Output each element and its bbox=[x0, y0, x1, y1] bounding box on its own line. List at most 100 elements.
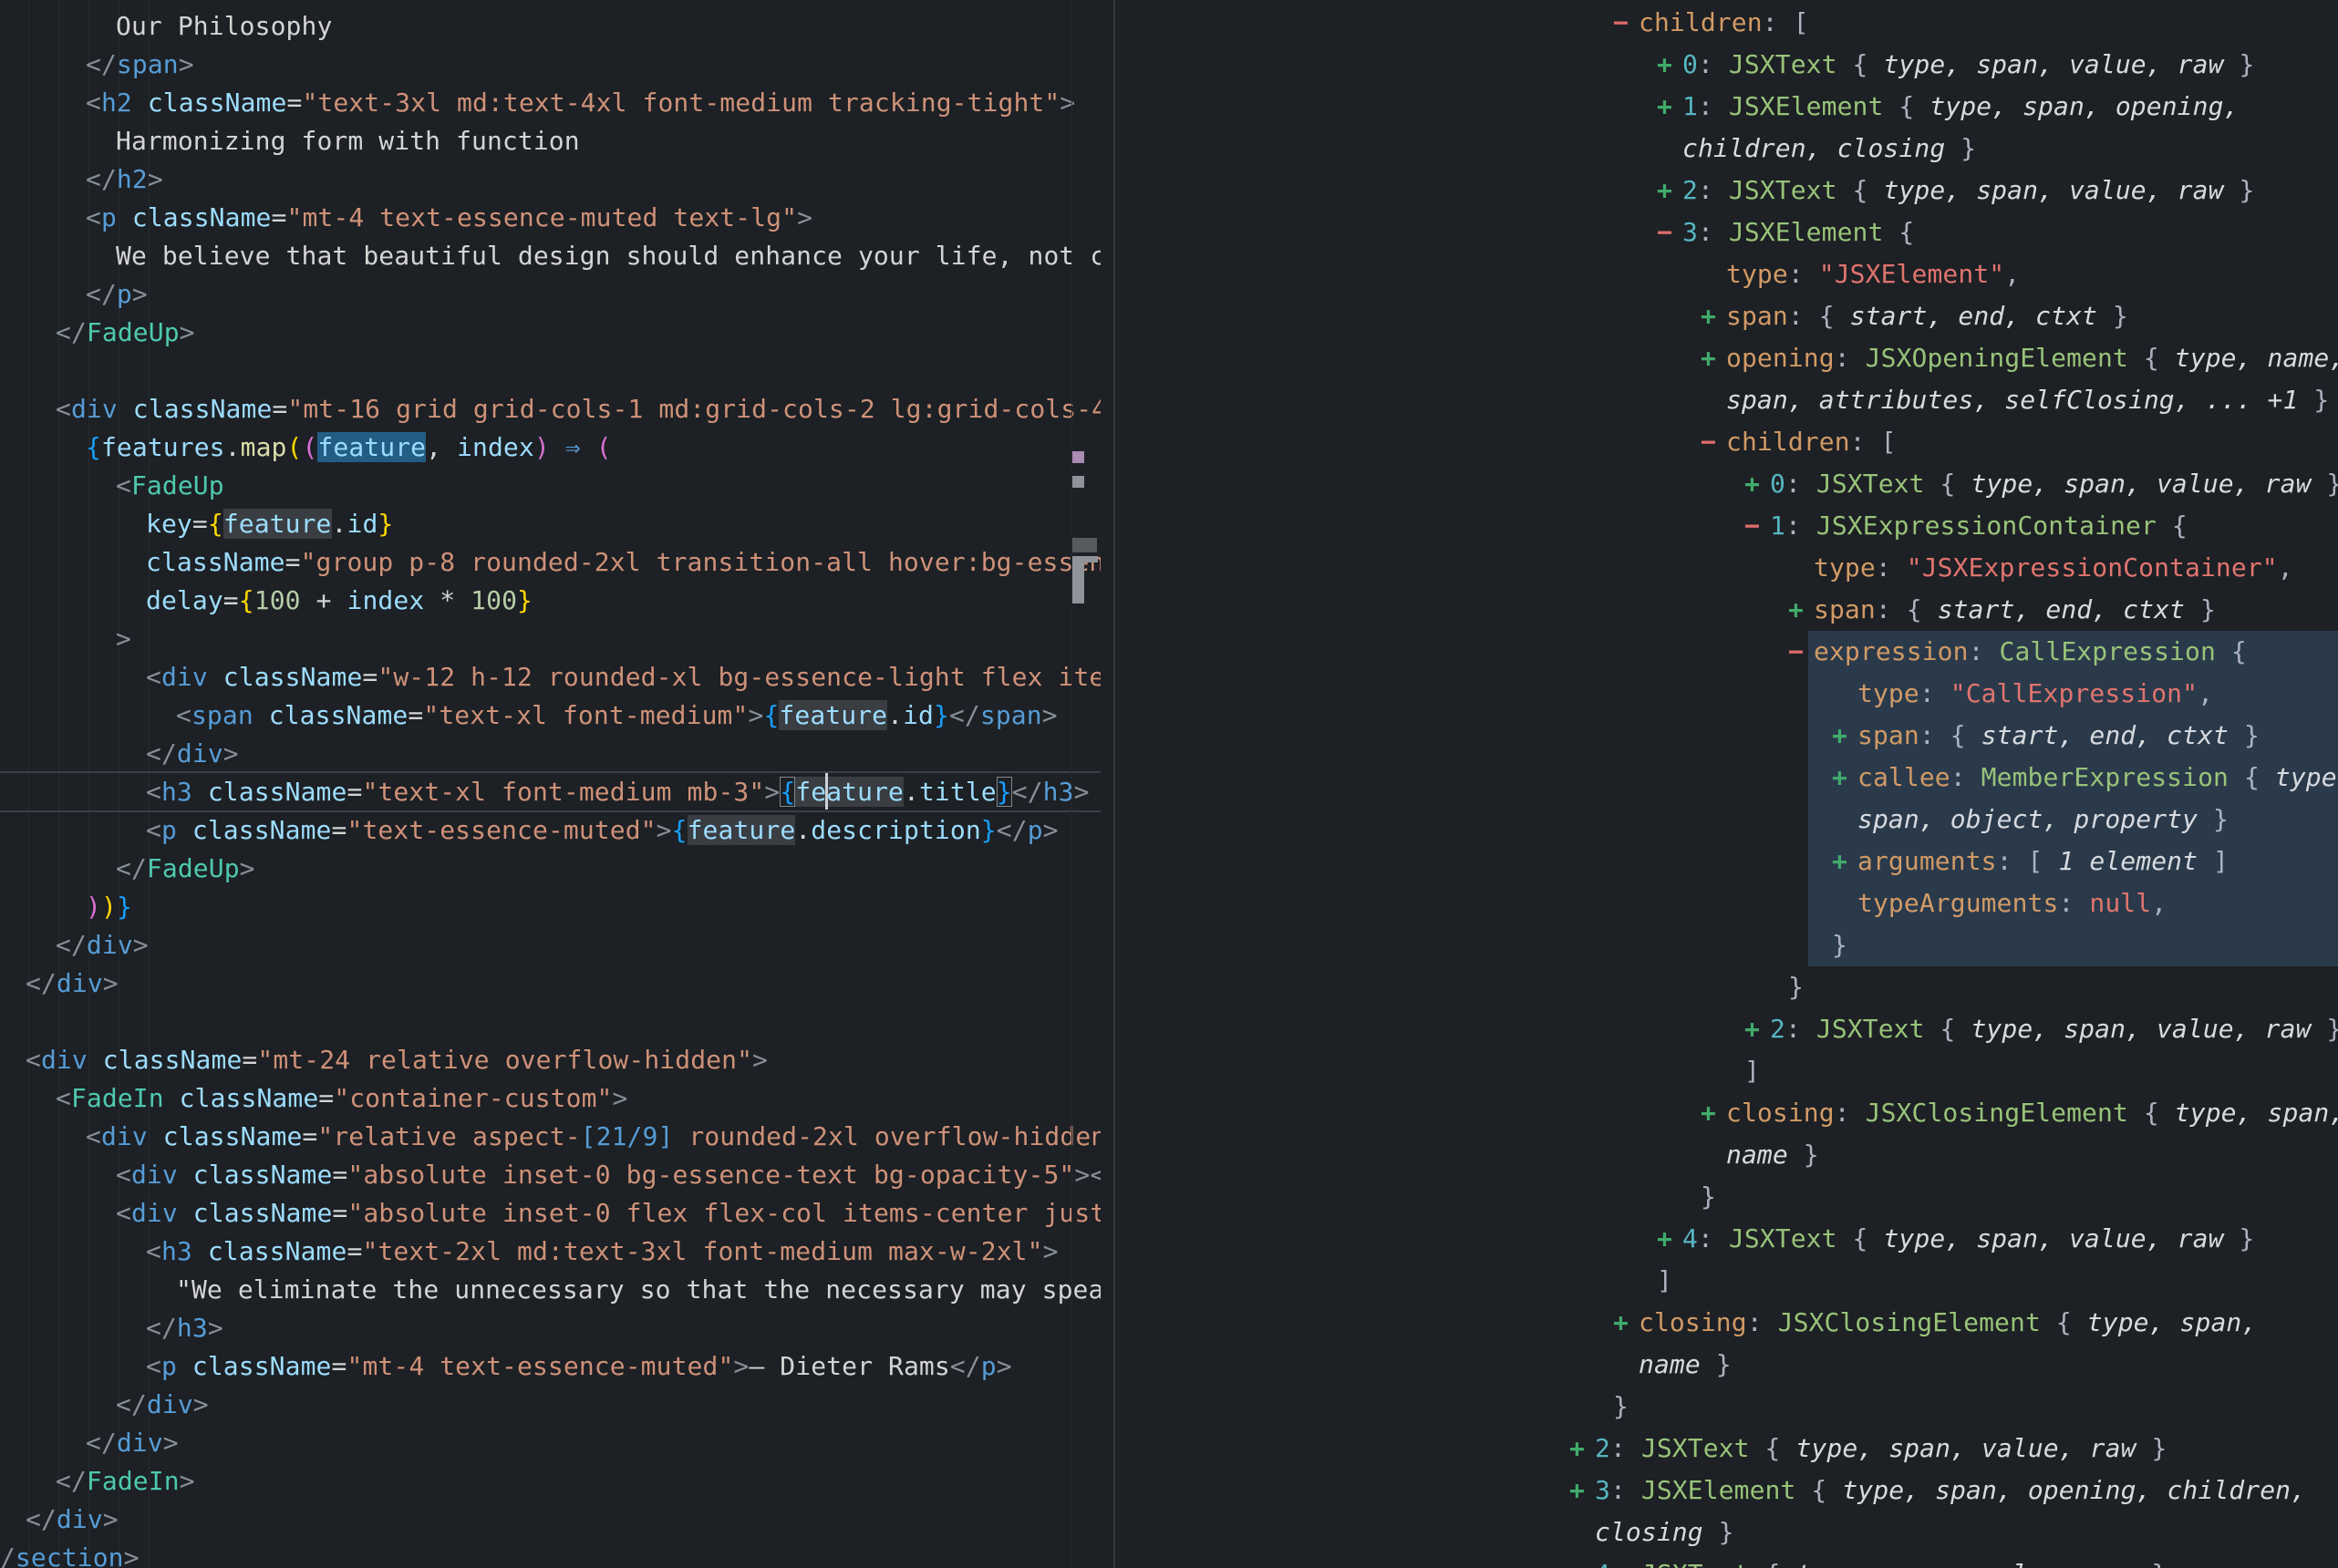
code-editor-panel[interactable]: Our Philosophy</span><h2 className="text… bbox=[0, 0, 1101, 1568]
collapse-icon[interactable]: − bbox=[1744, 505, 1770, 547]
code-line[interactable]: We believe that beautiful design should … bbox=[116, 237, 1101, 275]
code-line[interactable]: <FadeUp bbox=[116, 467, 224, 505]
minimap-mark bbox=[1072, 538, 1097, 552]
code-line[interactable]: <p className="mt-4 text-essence-muted">—… bbox=[146, 1347, 1012, 1386]
expand-icon[interactable]: + bbox=[1657, 1218, 1682, 1260]
code-token: feature bbox=[688, 815, 796, 845]
ast-line: children, closing } bbox=[1657, 128, 1976, 170]
code-line[interactable]: <div className="absolute inset-0 flex fl… bbox=[116, 1194, 1101, 1233]
code-line[interactable]: </span> bbox=[86, 46, 194, 84]
expand-icon[interactable]: + bbox=[1613, 1302, 1639, 1344]
ast-token: span bbox=[1857, 720, 1919, 750]
code-line[interactable]: <p className="mt-4 text-essence-muted te… bbox=[86, 199, 812, 237]
code-line[interactable]: > bbox=[116, 620, 131, 658]
ast-token: : bbox=[1835, 1098, 1866, 1128]
code-token: </ bbox=[146, 738, 177, 769]
code-line[interactable]: key={feature.id} bbox=[146, 505, 393, 543]
ast-line: +4: JSXText { type, span, value, raw } bbox=[1569, 1553, 2167, 1568]
code-token: div bbox=[131, 1198, 178, 1228]
code-line[interactable]: <span className="text-xl font-medium">{f… bbox=[176, 696, 1058, 735]
code-token: div bbox=[101, 1121, 148, 1151]
ast-token: JSXClosingElement bbox=[1778, 1307, 2041, 1337]
expand-icon[interactable]: + bbox=[1657, 44, 1682, 86]
code-line[interactable]: </div> bbox=[146, 735, 239, 773]
code-line[interactable]: "We eliminate the unnecessary so that th… bbox=[176, 1271, 1101, 1309]
expand-icon[interactable]: + bbox=[1657, 170, 1682, 211]
expand-icon[interactable]: + bbox=[1832, 715, 1857, 757]
code-line[interactable]: </p> bbox=[86, 275, 148, 314]
expand-icon[interactable]: + bbox=[1832, 757, 1857, 799]
expand-icon[interactable]: + bbox=[1569, 1470, 1595, 1511]
code-token: < bbox=[86, 88, 101, 118]
code-token: className bbox=[148, 1121, 303, 1151]
ast-token: { bbox=[1750, 1559, 1796, 1568]
code-line[interactable]: </h2> bbox=[86, 160, 163, 199]
code-line[interactable]: </div> bbox=[56, 926, 149, 965]
ast-token: type, span, opening, bbox=[1929, 91, 2239, 121]
ast-token: JSXText bbox=[1729, 175, 1837, 205]
code-line[interactable]: ))} bbox=[86, 888, 132, 926]
code-line[interactable]: <h3 className="text-2xl md:text-3xl font… bbox=[146, 1233, 1059, 1271]
ast-token: type, span, value, raw bbox=[1883, 49, 2223, 79]
code-token: </ bbox=[56, 1466, 87, 1496]
code-line[interactable]: <h3 className="text-xl font-medium mb-3"… bbox=[146, 773, 1090, 811]
ast-token: type bbox=[1726, 259, 1788, 289]
code-line[interactable]: </div> bbox=[86, 1424, 179, 1462]
expand-icon[interactable]: + bbox=[1744, 1008, 1770, 1050]
code-line[interactable]: {features.map((feature, index) ⇒ ( bbox=[86, 428, 612, 467]
minimap-mark bbox=[1072, 562, 1084, 603]
ast-token: { bbox=[1883, 91, 1929, 121]
expand-icon[interactable]: + bbox=[1569, 1428, 1595, 1470]
code-line[interactable]: </section> bbox=[0, 1539, 140, 1568]
expand-icon[interactable]: + bbox=[1701, 1092, 1726, 1134]
code-line[interactable]: </h3> bbox=[146, 1309, 223, 1347]
collapse-icon[interactable]: − bbox=[1788, 631, 1814, 673]
code-token: div bbox=[41, 1045, 88, 1075]
code-line[interactable]: <div className="mt-16 grid grid-cols-1 m… bbox=[56, 390, 1101, 428]
code-line[interactable]: Our Philosophy bbox=[116, 7, 332, 46]
code-line[interactable]: className="group p-8 rounded-2xl transit… bbox=[146, 543, 1101, 582]
expand-icon[interactable]: + bbox=[1832, 841, 1857, 882]
ast-line: +span: { start, end, ctxt } bbox=[1832, 715, 2260, 757]
ast-token: { bbox=[1925, 1014, 1971, 1044]
expand-icon[interactable]: + bbox=[1744, 463, 1770, 505]
ast-token: : { bbox=[1788, 301, 1850, 331]
code-token: < bbox=[146, 1236, 161, 1266]
expand-icon[interactable]: + bbox=[1569, 1553, 1595, 1568]
ast-token: type, name, bbox=[2175, 343, 2338, 373]
code-line[interactable]: </div> bbox=[26, 1501, 119, 1539]
code-line[interactable]: <div className="w-12 h-12 rounded-xl bg-… bbox=[146, 658, 1101, 696]
code-line[interactable]: <h2 className="text-3xl md:text-4xl font… bbox=[86, 84, 1075, 122]
code-line[interactable]: <FadeIn className="container-custom"> bbox=[56, 1079, 627, 1118]
code-token: < bbox=[56, 394, 71, 424]
app-window: Our Philosophy</span><h2 className="text… bbox=[0, 0, 2338, 1568]
ast-tree-panel[interactable]: −children: [+0: JSXText { type, span, va… bbox=[1115, 0, 2338, 1568]
code-line[interactable]: Harmonizing form with function bbox=[116, 122, 580, 160]
code-token: div bbox=[117, 1428, 163, 1458]
expand-icon[interactable]: + bbox=[1701, 295, 1726, 337]
panel-divider[interactable] bbox=[1113, 0, 1115, 1568]
ast-token: } bbox=[2224, 49, 2255, 79]
expand-icon[interactable]: + bbox=[1788, 589, 1814, 631]
code-token: } bbox=[997, 777, 1012, 807]
code-line[interactable]: <p className="text-essence-muted">{featu… bbox=[146, 811, 1059, 850]
ast-token: type, span, value, raw bbox=[1883, 175, 2223, 205]
code-line[interactable]: </div> bbox=[116, 1386, 209, 1424]
code-line[interactable]: <div className="mt-24 relative overflow-… bbox=[26, 1041, 768, 1079]
collapse-icon[interactable]: − bbox=[1701, 421, 1726, 463]
collapse-icon[interactable]: − bbox=[1613, 2, 1639, 44]
ast-token: } bbox=[2312, 1014, 2338, 1044]
expand-icon[interactable]: + bbox=[1657, 86, 1682, 128]
expand-icon[interactable]: + bbox=[1701, 337, 1726, 379]
code-line[interactable]: </div> bbox=[26, 965, 119, 1003]
code-line[interactable]: </FadeUp> bbox=[116, 850, 255, 888]
code-line[interactable]: </FadeUp> bbox=[56, 314, 195, 352]
code-line[interactable]: <div className="absolute inset-0 bg-esse… bbox=[116, 1156, 1101, 1194]
collapse-icon[interactable]: − bbox=[1657, 211, 1682, 253]
ast-token: type bbox=[1814, 552, 1876, 583]
code-line[interactable]: <div className="relative aspect-[21/9] r… bbox=[86, 1118, 1101, 1156]
ast-line: +opening: JSXOpeningElement { type, name… bbox=[1701, 337, 2338, 379]
code-line[interactable]: </FadeIn> bbox=[56, 1462, 195, 1501]
code-line[interactable]: delay={100 + index * 100} bbox=[146, 582, 533, 620]
code-token: < bbox=[146, 1351, 161, 1381]
